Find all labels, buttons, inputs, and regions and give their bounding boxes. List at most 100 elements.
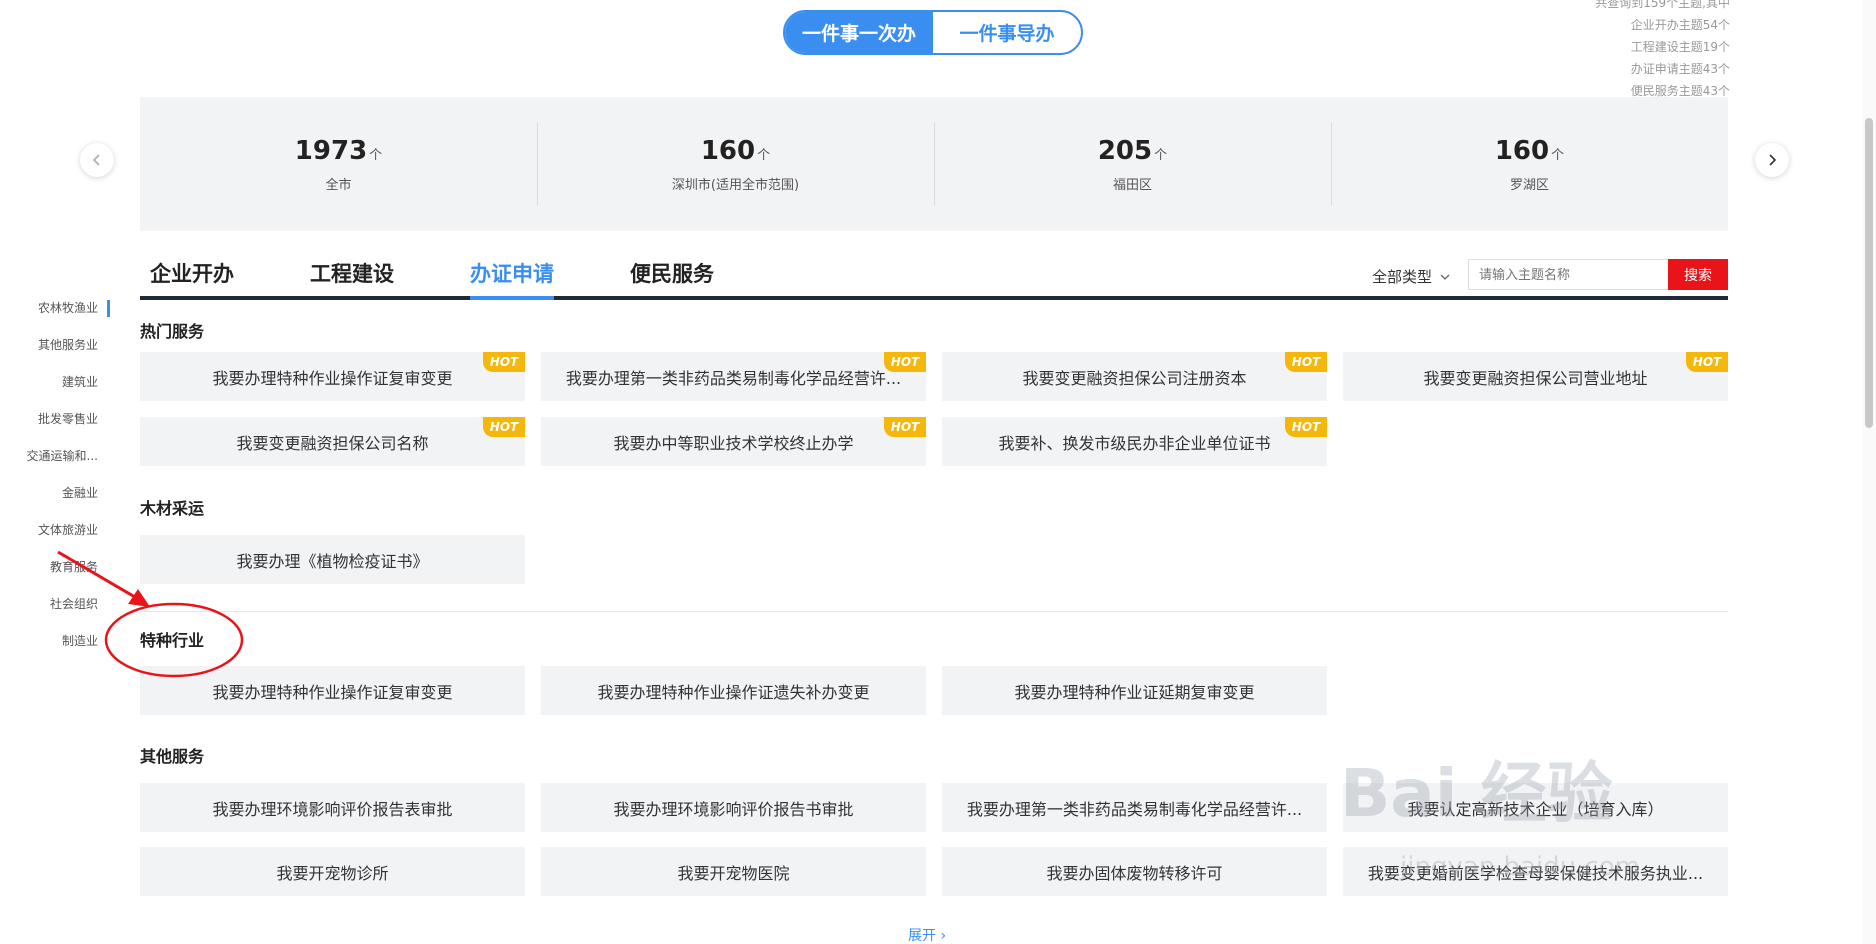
scrollbar-thumb[interactable] bbox=[1865, 118, 1873, 428]
service-label: 我要办理第一类非药品类易制毒化学品经营许... bbox=[966, 799, 1303, 819]
next-region-button[interactable] bbox=[1755, 143, 1789, 177]
service-label: 我要开宠物医院 bbox=[677, 863, 790, 883]
service-label: 我要补、换发市级民办非企业单位证书 bbox=[998, 433, 1271, 453]
page-scrollbar[interactable] bbox=[1862, 0, 1876, 944]
sidebar-item-retail[interactable]: 批发零售业 bbox=[0, 401, 110, 438]
service-card[interactable]: 我要办中等职业技术学校终止办学 HOT bbox=[541, 417, 926, 466]
sidebar-item-agriculture[interactable]: 农林牧渔业 bbox=[0, 290, 110, 327]
service-label: 我要办理环境影响评价报告书审批 bbox=[613, 799, 854, 819]
mode-guided-button[interactable]: 一件事导办 bbox=[933, 12, 1081, 53]
region-name: 罗湖区 bbox=[1509, 177, 1549, 193]
section-special-industry: 特种行业 bbox=[140, 627, 1728, 651]
region-unit: 个 bbox=[1154, 147, 1168, 163]
tab-license-application[interactable]: 办证申请 bbox=[470, 258, 554, 300]
mode-one-stop-button[interactable]: 一件事一次办 bbox=[785, 12, 933, 53]
service-label: 我要办理环境影响评价报告表审批 bbox=[212, 799, 453, 819]
service-card[interactable]: 我要开宠物医院 bbox=[541, 847, 926, 896]
region-count: 1973 bbox=[294, 135, 368, 166]
section-hot-services: 热门服务 bbox=[140, 318, 1728, 342]
service-label: 我要办理特种作业证延期复审变更 bbox=[1014, 682, 1255, 702]
hot-badge: HOT bbox=[884, 352, 926, 372]
service-card[interactable]: 我要变更融资担保公司名称 HOT bbox=[140, 417, 525, 466]
service-label: 我要办理《植物检疫证书》 bbox=[236, 551, 429, 571]
sidebar-item-finance[interactable]: 金融业 bbox=[0, 475, 110, 512]
service-card[interactable]: 我要办理特种作业操作证复审变更 HOT bbox=[140, 352, 525, 401]
section-title: 木材采运 bbox=[140, 499, 205, 518]
region-card[interactable]: 160 个 深圳市(适用全市范围) bbox=[537, 115, 934, 213]
search-button[interactable]: 搜索 bbox=[1668, 259, 1728, 290]
sidebar-item-culture-tourism[interactable]: 文体旅游业 bbox=[0, 512, 110, 549]
hot-badge: HOT bbox=[1686, 352, 1728, 372]
sidebar-item-other-services[interactable]: 其他服务业 bbox=[0, 327, 110, 364]
region-unit: 个 bbox=[369, 147, 383, 163]
chevron-left-icon bbox=[92, 154, 100, 166]
mode-toggle: 一件事一次办 一件事导办 bbox=[783, 10, 1083, 55]
region-count: 160 bbox=[1494, 135, 1550, 166]
service-card[interactable]: 我要办理特种作业操作证复审变更 bbox=[140, 666, 525, 715]
service-label: 我要办理第一类非药品类易制毒化学品经营许... bbox=[565, 368, 902, 388]
note-line: 共查询到159个主题,其中 bbox=[1595, 0, 1730, 10]
service-label: 我要变更融资担保公司注册资本 bbox=[1022, 368, 1247, 388]
section-divider bbox=[140, 611, 1728, 612]
service-card[interactable]: 我要补、换发市级民办非企业单位证书 HOT bbox=[942, 417, 1327, 466]
service-label: 我要开宠物诊所 bbox=[276, 863, 389, 883]
region-name: 深圳市(适用全市范围) bbox=[671, 177, 800, 193]
service-card[interactable]: 我要办理环境影响评价报告书审批 bbox=[541, 783, 926, 832]
service-card[interactable]: 我要办理特种作业证延期复审变更 bbox=[942, 666, 1327, 715]
service-label: 我要办中等职业技术学校终止办学 bbox=[613, 433, 854, 453]
chevron-right-icon bbox=[1769, 154, 1777, 166]
sidebar-item-social-org[interactable]: 社会组织 bbox=[0, 586, 110, 623]
hot-badge: HOT bbox=[483, 352, 525, 372]
sidebar-item-transport[interactable]: 交通运输和... bbox=[0, 438, 110, 475]
region-unit: 个 bbox=[1551, 147, 1565, 163]
annotation-arrow-head bbox=[128, 589, 150, 607]
section-title: 特种行业 bbox=[140, 631, 205, 650]
service-card[interactable]: 我要办理特种作业操作证遗失补办变更 bbox=[541, 666, 926, 715]
region-card[interactable]: 1973 个 全市 bbox=[140, 115, 537, 213]
service-label: 我要变更融资担保公司营业地址 bbox=[1423, 368, 1648, 388]
note-line: 企业开办主题54个 bbox=[1630, 18, 1730, 32]
tab-engineering[interactable]: 工程建设 bbox=[310, 258, 394, 296]
sidebar-item-manufacturing[interactable]: 制造业 bbox=[0, 623, 110, 660]
type-filter-label: 全部类型 bbox=[1371, 268, 1432, 286]
service-card[interactable]: 我要开宠物诊所 bbox=[140, 847, 525, 896]
region-stats-bar: 1973 个 全市 160 个 深圳市(适用全市范围) 205 个 福田区 160 个 … bbox=[140, 97, 1728, 231]
section-title: 热门服务 bbox=[140, 322, 205, 341]
hot-badge: HOT bbox=[1285, 352, 1327, 372]
hot-badge: HOT bbox=[1285, 417, 1327, 437]
topic-count-note: 共查询到159个主题,其中 企业开办主题54个 工程建设主题19个 办证申请主题… bbox=[1595, 0, 1730, 102]
note-line: 办证申请主题43个 bbox=[1630, 62, 1730, 76]
service-card[interactable]: 我要变更融资担保公司注册资本 HOT bbox=[942, 352, 1327, 401]
hot-badge: HOT bbox=[483, 417, 525, 437]
service-card[interactable]: 我要变更融资担保公司营业地址 HOT bbox=[1343, 352, 1728, 401]
expand-link[interactable]: 展开 › bbox=[908, 925, 946, 944]
service-card[interactable]: 我要办理第一类非药品类易制毒化学品经营许... HOT bbox=[541, 352, 926, 401]
hot-badge: HOT bbox=[884, 417, 926, 437]
note-line: 工程建设主题19个 bbox=[1630, 40, 1730, 54]
topic-search-input[interactable] bbox=[1468, 259, 1668, 290]
service-label: 我要办理特种作业操作证遗失补办变更 bbox=[597, 682, 870, 702]
tab-business-setup[interactable]: 企业开办 bbox=[150, 258, 234, 296]
service-card[interactable]: 我要办理第一类非药品类易制毒化学品经营许... bbox=[942, 783, 1327, 832]
service-card[interactable]: 我要办理环境影响评价报告表审批 bbox=[140, 783, 525, 832]
prev-region-button[interactable] bbox=[80, 143, 114, 177]
watermark-url: jingyan.baidu.com bbox=[1400, 852, 1640, 882]
sidebar-item-education[interactable]: 教育服务 bbox=[0, 549, 110, 586]
service-card[interactable]: 我要办固体废物转移许可 bbox=[942, 847, 1327, 896]
region-name: 福田区 bbox=[1112, 177, 1152, 193]
chevron-down-icon bbox=[1440, 274, 1450, 280]
region-card[interactable]: 205 个 福田区 bbox=[934, 115, 1331, 213]
watermark: Bai 经验 jingyan.baidu.com bbox=[1340, 740, 1800, 920]
service-label: 我要变更融资担保公司名称 bbox=[236, 433, 429, 453]
region-card[interactable]: 160 个 罗湖区 bbox=[1331, 115, 1728, 213]
watermark-logo: Bai 经验 bbox=[1340, 755, 1613, 832]
category-tabs: 企业开办 工程建设 办证申请 便民服务 全部类型 搜索 bbox=[140, 256, 1728, 300]
service-card[interactable]: 我要办理《植物检疫证书》 bbox=[140, 535, 525, 584]
sidebar-item-construction[interactable]: 建筑业 bbox=[0, 364, 110, 401]
region-unit: 个 bbox=[757, 147, 771, 163]
tab-public-services[interactable]: 便民服务 bbox=[630, 258, 714, 296]
service-label: 我要办固体废物转移许可 bbox=[1046, 863, 1223, 883]
section-timber: 木材采运 bbox=[140, 495, 1728, 519]
region-count: 160 bbox=[700, 135, 756, 166]
type-filter-select[interactable]: 全部类型 bbox=[1372, 266, 1450, 287]
